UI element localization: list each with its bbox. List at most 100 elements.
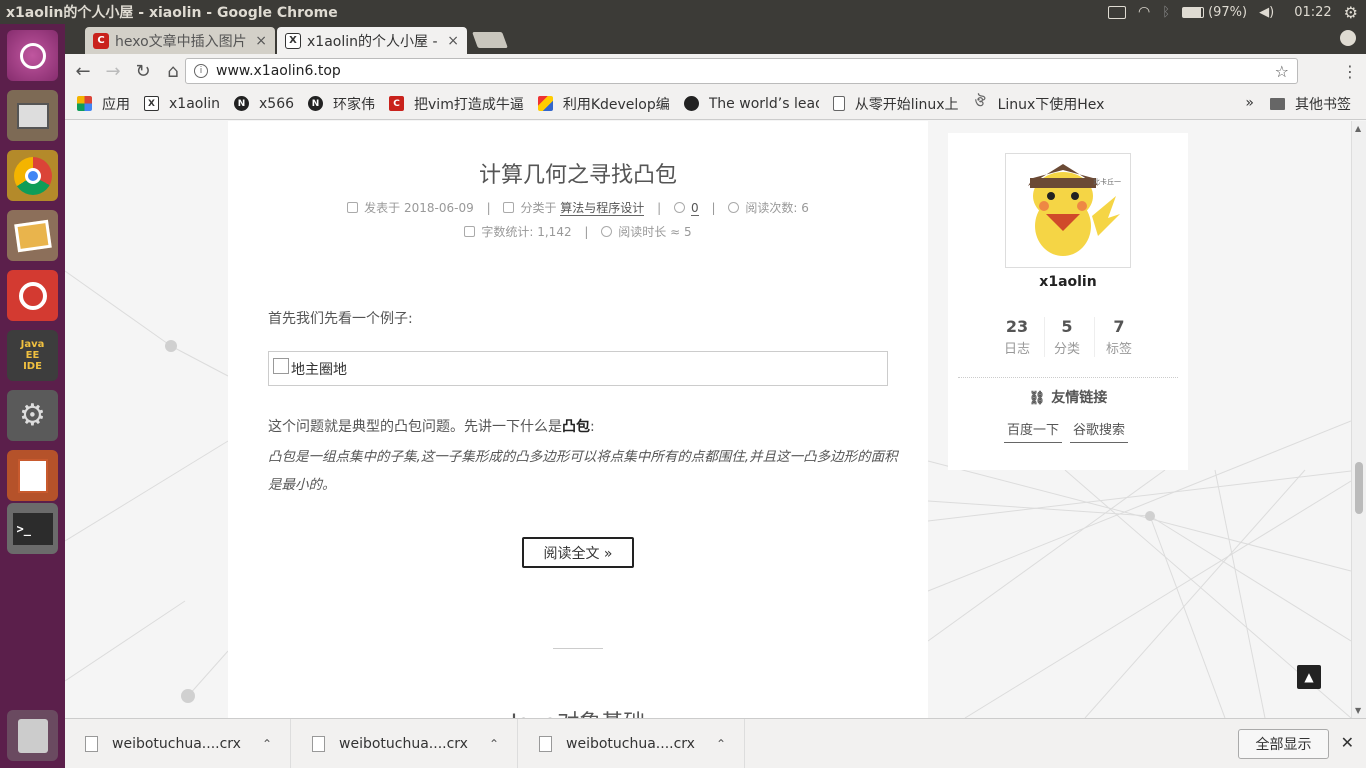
reload-button[interactable]: ↻ [129,57,157,85]
scroll-down-icon[interactable]: ▼ [1355,706,1361,715]
system-tray: ◠ ᛒ (97%) ◀) 01:22 ⚙ [1108,3,1366,22]
friend-link-google[interactable]: 谷歌搜索 [1070,419,1129,443]
link-icon: ⛓ [1028,391,1046,406]
bookmarks-overflow-button[interactable]: » [1245,95,1254,111]
readtime-label: 阅读时长 ≈ [618,225,681,239]
separator: | [657,201,662,215]
show-all-downloads-button[interactable]: 全部显示 [1238,729,1329,759]
chevron-up-icon[interactable]: ⌃ [489,737,499,751]
download-item[interactable]: weibotuchua....crx ⌃ [519,719,745,768]
profile-icon[interactable] [1340,30,1356,46]
bluetooth-icon[interactable]: ᛒ [1162,5,1170,20]
unity-launcher: Java EE IDE ⚙ >_ [0,24,65,768]
trash-icon[interactable] [7,710,58,761]
author-name: x1aolin [1039,274,1097,290]
close-icon[interactable]: ✕ [1341,733,1354,752]
bookmark-label: 把vim打造成牛逼 [414,96,524,113]
file-icon [312,736,325,752]
site-info-icon[interactable]: i [194,64,208,78]
bookmark-label: x566 [259,95,295,112]
comments-count-link[interactable]: 0 [691,201,699,216]
java-ee-ide-icon[interactable]: Java EE IDE [7,330,58,381]
forward-button[interactable]: → [99,57,127,85]
bookmark-linux-start[interactable]: 从零开始linux上 [826,94,966,114]
scroll-up-icon[interactable]: ▲ [1355,124,1361,133]
friend-links-title: ⛓ 友情链接 [948,387,1188,407]
download-filename: weibotuchua....crx [566,736,695,752]
read-more-button[interactable]: 阅读全文 » [522,537,634,568]
new-tab-button[interactable] [472,32,508,48]
impress-icon[interactable] [7,450,58,501]
post-meta-line-2: 字数统计: 1,142 | 阅读时长 ≈ 5 [228,223,928,240]
next-post-title[interactable]: Java对象基础 [228,705,928,718]
tab-title: hexo文章中插入图片 [115,33,247,50]
other-bookmarks[interactable]: 其他书签 [1263,88,1358,119]
bookmark-apps[interactable]: 应用 [65,94,137,114]
system-settings-icon[interactable]: ⚙ [7,390,58,441]
home-button[interactable]: ⌂ [159,57,187,85]
files-icon[interactable] [7,90,58,141]
page-scrollbar[interactable]: ▲ ▼ [1351,121,1366,718]
battery-icon[interactable] [1182,6,1205,18]
file-word-icon [464,226,476,237]
post-title[interactable]: 计算几何之寻找凸包 [228,157,928,189]
chevron-up-icon[interactable]: ⌃ [262,737,272,751]
back-to-top-button[interactable]: ▲ [1297,665,1321,689]
wordcount-label: 字数统计: [481,225,534,239]
p2-colon: : [590,419,595,435]
tab-title: x1aolin的个人小屋 - [307,33,438,50]
n-icon: N [234,96,249,111]
clock[interactable]: 01:22 [1294,5,1331,20]
bookmark-star-icon[interactable]: ☆ [1275,62,1289,81]
address-bar[interactable]: i www.x1aolin6.top ☆ [185,58,1298,84]
stat-tags[interactable]: 7 标签 [1089,317,1149,357]
ubuntu-dash-icon[interactable] [7,30,58,81]
netease-music-icon[interactable] [7,270,58,321]
stat-label: 标签 [1105,342,1132,357]
pikachu-avatar-image: 比卡丘一 [1028,164,1121,256]
bookmark-huanjiawei[interactable]: N 环家伟 [301,94,382,114]
avatar-caption: 比卡丘一 [1093,177,1121,186]
close-tab-icon[interactable]: × [447,33,459,49]
bookmark-hexo[interactable]: ঔ Linux下使用Hex [966,94,1112,114]
url-text[interactable]: www.x1aolin6.top [216,63,1275,79]
category-link[interactable]: 算法与程序设计 [560,201,645,216]
wifi-icon[interactable]: ◠ [1138,4,1150,20]
stat-categories[interactable]: 5 分类 [1037,317,1097,357]
bookmark-vim[interactable]: C 把vim打造成牛逼 [382,94,531,114]
p2-bold: 凸包 [562,419,590,435]
terminal-icon[interactable]: >_ [7,503,58,554]
download-shelf: weibotuchua....crx ⌃ weibotuchua....crx … [65,718,1366,768]
folder-icon [503,202,515,213]
chrome-icon[interactable] [7,150,58,201]
chevron-up-icon[interactable]: ⌃ [716,737,726,751]
bookmark-github[interactable]: The world’s lead [677,96,826,112]
page-icon [832,96,845,111]
tab-hexo-article[interactable]: C hexo文章中插入图片 × [85,27,275,54]
back-button[interactable]: ← [69,57,97,85]
separator: | [584,225,589,239]
tab-x1aolin-home[interactable]: X x1aolin的个人小屋 - × [277,27,467,54]
comment-icon [674,202,685,213]
chrome-menu-icon[interactable]: ⋮ [1342,62,1358,81]
bookmark-label: 应用 [102,96,130,113]
download-item[interactable]: weibotuchua....crx ⌃ [292,719,518,768]
avatar: 比卡丘一 [1005,153,1131,268]
volume-icon[interactable]: ◀) [1259,5,1274,20]
window-title: x1aolin的个人小屋 - xiaolin - Google Chrome [6,5,338,21]
bookmark-x566[interactable]: N x566 [227,96,301,112]
scrollbar-thumb[interactable] [1355,462,1363,514]
bookmark-x1aolin[interactable]: X x1aolin [137,96,227,112]
close-tab-icon[interactable]: × [255,33,267,49]
settings-gear-icon[interactable]: ⚙ [1344,3,1358,22]
download-item[interactable]: weibotuchua....crx ⌃ [65,719,291,768]
battery-percent: (97%) [1208,4,1248,20]
shotwell-photos-icon[interactable] [7,210,58,261]
bookmark-kdevelop[interactable]: 利用Kdevelop编 [531,94,677,114]
friend-link-baidu[interactable]: 百度一下 [1004,419,1063,443]
keyboard-icon[interactable] [1108,5,1127,19]
x-icon: X [144,96,159,111]
post-meta-line-1: 发表于 2018-06-09 | 分类于 算法与程序设计 | 0 | 阅读次数:… [228,199,928,216]
separator: | [486,201,491,215]
tab-strip: C hexo文章中插入图片 × X x1aolin的个人小屋 - × [65,24,1366,54]
